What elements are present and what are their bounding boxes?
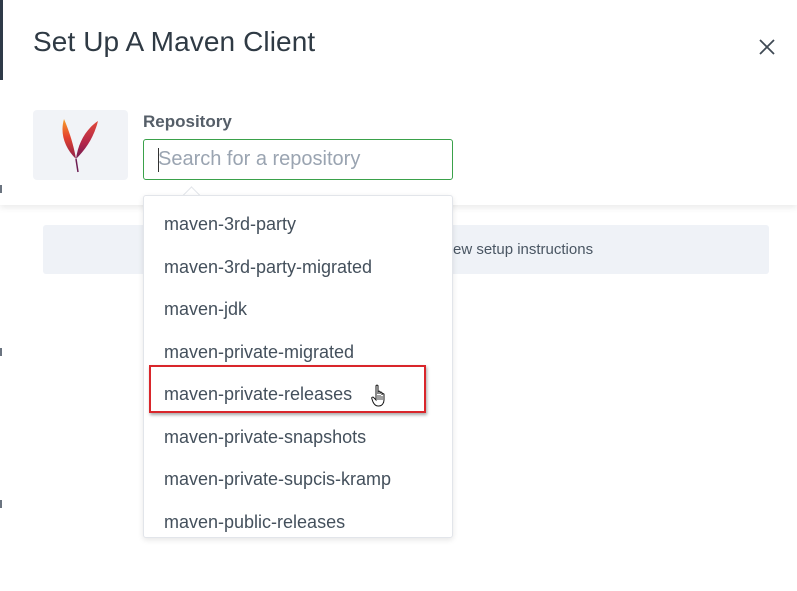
- setup-instructions-text: ew setup instructions: [453, 241, 594, 258]
- background-edge: [0, 0, 3, 80]
- text-caret: [158, 148, 159, 172]
- maven-client-modal: Set Up A Maven Client Repository Search …: [0, 0, 797, 591]
- background-edge-mark: [0, 500, 2, 508]
- dropdown-item[interactable]: maven-jdk: [164, 299, 247, 320]
- apache-feather-icon: [62, 119, 98, 173]
- close-icon: [759, 39, 775, 55]
- repository-label: Repository: [143, 112, 232, 131]
- dropdown-item[interactable]: maven-public-releases: [164, 512, 345, 533]
- background-edge-mark: [0, 348, 2, 356]
- close-button[interactable]: [752, 32, 782, 62]
- dropdown-item[interactable]: maven-private-snapshots: [164, 427, 366, 448]
- dropdown-item[interactable]: maven-3rd-party: [164, 214, 296, 235]
- modal-title: Set Up A Maven Client: [33, 26, 316, 57]
- dropdown-item[interactable]: maven-3rd-party-migrated: [164, 257, 372, 278]
- dropdown-item[interactable]: maven-private-migrated: [164, 342, 354, 363]
- hand-pointer-icon: [371, 384, 385, 407]
- dropdown-item[interactable]: maven-private-supcis-kramp: [164, 469, 391, 490]
- repository-search-input[interactable]: [143, 139, 453, 180]
- maven-logo: [33, 110, 128, 180]
- background-edge-mark: [0, 185, 2, 193]
